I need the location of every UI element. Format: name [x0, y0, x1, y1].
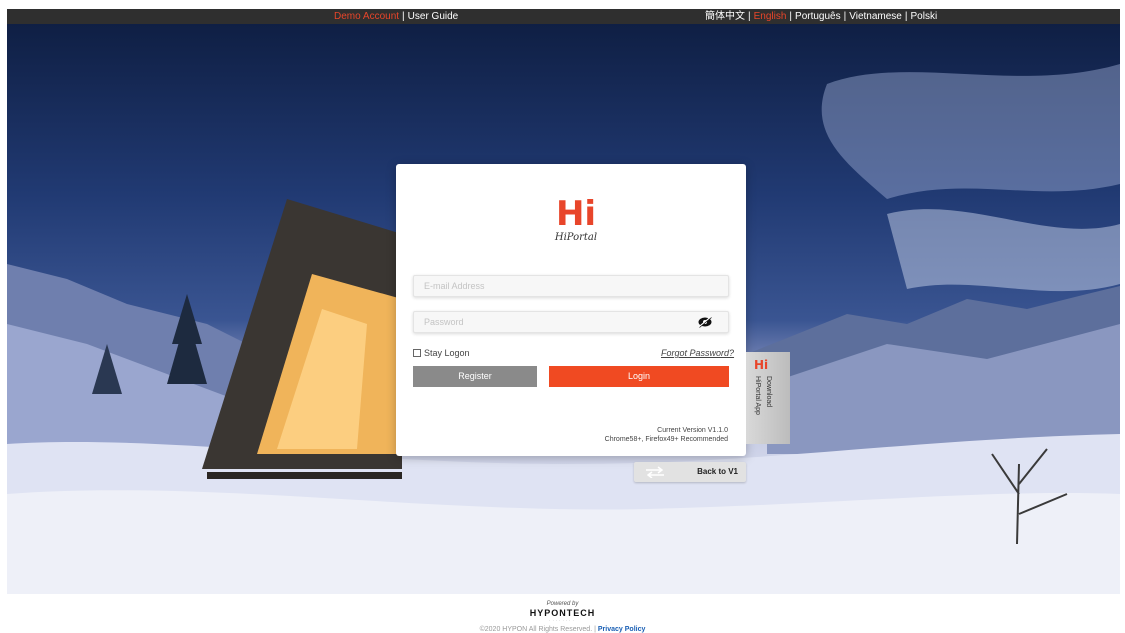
privacy-policy-link[interactable]: Privacy Policy [598, 626, 645, 633]
hiportal-logo: Hi HiPortal [546, 196, 606, 248]
switch-arrows-icon [646, 466, 664, 478]
language-english[interactable]: English [754, 11, 787, 22]
separator: | [748, 11, 751, 22]
stay-logon-label: Stay Logon [424, 348, 470, 358]
forgot-password-link[interactable]: Forgot Password? [661, 347, 734, 359]
footer-separator: | [594, 626, 596, 633]
download-label: Download [765, 376, 772, 408]
login-card: Hi HiPortal Stay Logon Forgot Password? … [396, 164, 746, 456]
stay-logon-checkbox[interactable]: Stay Logon [413, 347, 470, 359]
top-bar: Demo Account | User Guide 簡体中文 | English | Por… [7, 9, 1120, 24]
separator: | [789, 11, 793, 22]
version-info: Current Version V1.1.0 Chrome58+, Firefo… [605, 426, 728, 444]
brand-tagline-mark: ········ [549, 618, 576, 623]
browser-recommendation-text: Chrome58+, Firefox49+ Recommended [604, 436, 728, 443]
powered-by-text: Powered by [546, 601, 579, 607]
current-version-text: Current Version V1.1.0 [657, 427, 728, 434]
password-field[interactable] [413, 311, 729, 333]
back-to-v1-label: Back to V1 [697, 467, 738, 476]
separator: | [904, 11, 908, 22]
separator: | [843, 11, 847, 22]
copyright-line: ©2020 HYPON All Rights Reserved. | Priva… [0, 625, 1125, 633]
logo-mark: Hi [555, 194, 597, 234]
login-button[interactable]: Login [549, 366, 729, 387]
language-polish[interactable]: Polski [910, 11, 937, 22]
copyright-text: ©2020 HYPON All Rights Reserved. [479, 626, 593, 633]
top-bar-left-links: Demo Account | User Guide [334, 9, 458, 24]
checkbox-box[interactable] [413, 349, 421, 357]
user-guide-link[interactable]: User Guide [408, 11, 459, 22]
footer: Powered by HYPONTECH ········ ©2020 HYPO… [0, 600, 1125, 633]
email-field[interactable] [413, 275, 729, 297]
language-vietnamese[interactable]: Vietnamese [849, 11, 902, 22]
register-button[interactable]: Register [413, 366, 537, 387]
language-selector: 簡体中文 | English | Português | Vietnamese | Polski [705, 9, 937, 24]
download-app-text: Download HiPortal App [752, 376, 774, 415]
separator: | [402, 11, 405, 22]
hypontech-logo: HYPONTECH [529, 608, 596, 618]
language-chinese[interactable]: 簡体中文 [705, 11, 745, 22]
download-app-tab[interactable]: Hi Download HiPortal App [746, 352, 790, 444]
language-portuguese[interactable]: Português [795, 11, 841, 22]
logo-name: HiPortal [554, 232, 598, 243]
toggle-password-visibility-icon[interactable] [698, 316, 712, 328]
back-to-v1-button[interactable]: Back to V1 [634, 462, 746, 482]
app-logo-mark: Hi [754, 358, 769, 372]
hiportal-app-label: HiPortal App [754, 376, 761, 415]
demo-account-link[interactable]: Demo Account [334, 11, 399, 22]
